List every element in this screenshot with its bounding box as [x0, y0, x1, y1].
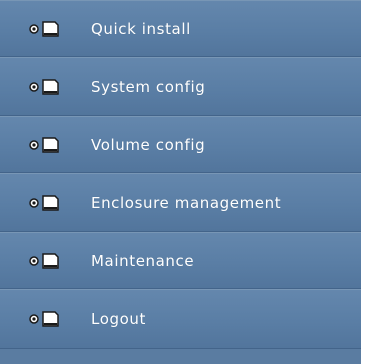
menu-item-maintenance[interactable]: Maintenance	[0, 232, 361, 289]
document-icon	[29, 78, 59, 95]
menu-item-quick-install[interactable]: Quick install	[0, 0, 361, 57]
menu-item-volume-config[interactable]: Volume config	[0, 116, 361, 173]
document-icon	[29, 252, 59, 269]
menu-item-label: Enclosure management	[91, 193, 282, 212]
document-icon	[29, 194, 59, 211]
menu-item-label: System config	[91, 77, 206, 96]
document-icon	[29, 311, 59, 327]
menu-item-label: Volume config	[91, 135, 206, 154]
menu-item-label: Quick install	[91, 19, 191, 38]
menu-item-label: Logout	[91, 310, 146, 328]
menu-item-enclosure-management[interactable]: Enclosure management	[0, 173, 361, 232]
menu-item-label: Maintenance	[91, 251, 195, 270]
document-icon	[29, 136, 59, 153]
menu-item-logout[interactable]: Logout	[0, 289, 361, 349]
document-icon	[29, 20, 59, 37]
menu-item-system-config[interactable]: System config	[0, 57, 361, 116]
navigation-menu: Quick install System config Volume confi…	[0, 0, 361, 364]
